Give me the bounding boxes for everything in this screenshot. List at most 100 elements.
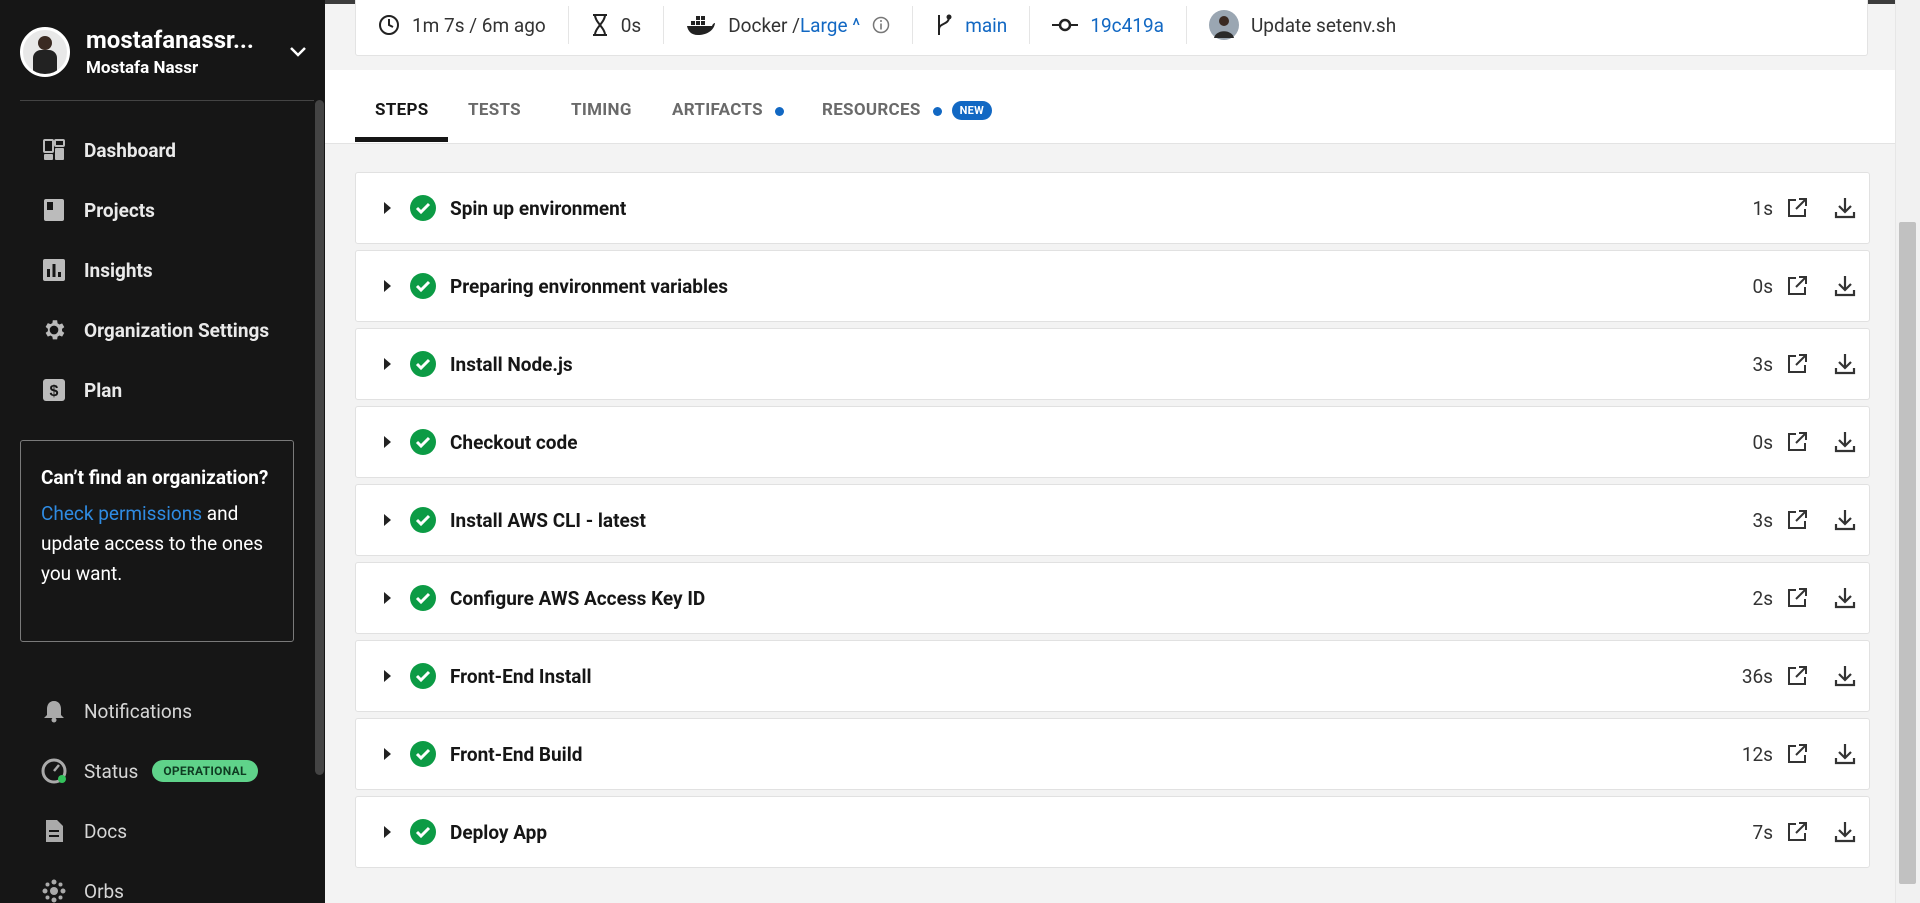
executor-segment: Docker / Large ^ (664, 6, 914, 44)
download-icon[interactable] (1821, 812, 1869, 852)
success-check-icon (410, 741, 436, 767)
step-row[interactable]: Deploy App 7s (355, 796, 1870, 868)
download-icon[interactable] (1821, 578, 1869, 618)
tab-artifacts[interactable]: ARTIFACTS (672, 98, 784, 144)
branch-link[interactable]: main (965, 14, 1007, 37)
new-badge: NEW (951, 101, 993, 120)
tab-label: TESTS (468, 100, 521, 120)
executor-text: Docker / (728, 13, 800, 37)
sidebar-item-projects[interactable]: Projects (40, 190, 155, 230)
status-badge: OPERATIONAL (152, 760, 258, 782)
success-check-icon (410, 273, 436, 299)
step-row[interactable]: Configure AWS Access Key ID 2s (355, 562, 1870, 634)
svg-text:$: $ (50, 383, 59, 400)
step-duration: 3s (1752, 352, 1773, 376)
open-in-new-icon[interactable] (1773, 656, 1821, 696)
divider (20, 100, 314, 101)
org-name: mostafanassr... (86, 26, 254, 54)
sidebar-item-label: Notifications (84, 699, 193, 723)
success-check-icon (410, 663, 436, 689)
sidebar-item-plan[interactable]: $ Plan (40, 370, 122, 410)
org-text: mostafanassr... Mostafa Nassr (86, 26, 286, 78)
org-switcher[interactable]: mostafanassr... Mostafa Nassr (20, 26, 310, 78)
open-in-new-icon[interactable] (1773, 812, 1821, 852)
step-row[interactable]: Preparing environment variables 0s (355, 250, 1870, 322)
download-icon[interactable] (1821, 734, 1869, 774)
info-icon[interactable] (872, 16, 890, 34)
step-duration: 12s (1741, 742, 1773, 766)
open-in-new-icon[interactable] (1773, 578, 1821, 618)
download-icon[interactable] (1821, 422, 1869, 462)
caret-right-icon[interactable] (384, 280, 391, 292)
check-permissions-link[interactable]: Check permissions (41, 502, 202, 525)
resource-class-label: Large (799, 13, 848, 37)
success-check-icon (410, 195, 436, 221)
step-row[interactable]: Front-End Build 12s (355, 718, 1870, 790)
caret-right-icon[interactable] (384, 592, 391, 604)
caret-right-icon[interactable] (384, 436, 391, 448)
download-icon[interactable] (1821, 500, 1869, 540)
queued-segment: 0s (569, 6, 665, 44)
sidebar-scrollbar[interactable] (315, 100, 324, 775)
open-in-new-icon[interactable] (1773, 422, 1821, 462)
sidebar-item-label: Organization Settings (84, 318, 270, 342)
caret-right-icon[interactable] (384, 748, 391, 760)
caret-right-icon[interactable] (384, 826, 391, 838)
step-label: Configure AWS Access Key ID (450, 586, 706, 610)
caret-right-icon[interactable] (384, 358, 391, 370)
step-row[interactable]: Checkout code 0s (355, 406, 1870, 478)
callout-title: Can’t find an organization? (41, 466, 269, 489)
caret-right-icon[interactable] (384, 670, 391, 682)
sidebar-item-docs[interactable]: Docs (40, 811, 127, 851)
dollar-icon: $ (40, 376, 68, 404)
step-row[interactable]: Spin up environment 1s (355, 172, 1870, 244)
step-label: Install Node.js (450, 352, 573, 376)
chevron-down-icon[interactable] (286, 40, 310, 64)
branch-icon (935, 13, 953, 37)
open-in-new-icon[interactable] (1773, 344, 1821, 384)
tab-timing[interactable]: TIMING (571, 98, 632, 144)
commit-link[interactable]: 19c419a (1090, 14, 1164, 37)
sidebar-item-organization-settings[interactable]: Organization Settings (40, 310, 269, 350)
download-icon[interactable] (1821, 266, 1869, 306)
open-in-new-icon[interactable] (1773, 188, 1821, 228)
sidebar-item-insights[interactable]: Insights (40, 250, 153, 290)
success-check-icon (410, 429, 436, 455)
dashboard-icon (40, 136, 68, 164)
open-in-new-icon[interactable] (1773, 734, 1821, 774)
sidebar-item-notifications[interactable]: Notifications (40, 691, 192, 731)
success-check-icon (410, 351, 436, 377)
download-icon[interactable] (1821, 188, 1869, 228)
step-label: Install AWS CLI - latest (450, 508, 646, 532)
sidebar-item-label: Projects (84, 198, 155, 222)
sidebar-item-orbs[interactable]: Orbs (40, 871, 124, 903)
step-duration: 7s (1752, 820, 1773, 844)
tab-tests[interactable]: TESTS (468, 98, 521, 144)
resource-class-link[interactable]: Large ^ (800, 14, 860, 37)
commit-segment: 19c419a (1030, 6, 1187, 44)
download-icon[interactable] (1821, 344, 1869, 384)
caret-right-icon[interactable] (384, 514, 391, 526)
download-icon[interactable] (1821, 656, 1869, 696)
tab-label: TIMING (571, 100, 632, 120)
clock-icon (378, 14, 400, 36)
caret-right-icon[interactable] (384, 202, 391, 214)
sidebar-item-status[interactable]: Status OPERATIONAL (40, 751, 258, 791)
branch-segment: main (913, 6, 1031, 44)
tab-resources[interactable]: RESOURCES NEW (822, 98, 993, 144)
open-in-new-icon[interactable] (1773, 266, 1821, 306)
sidebar-item-label: Docs (84, 819, 128, 843)
sidebar-item-dashboard[interactable]: Dashboard (40, 130, 176, 170)
sidebar-item-label: Insights (84, 258, 153, 282)
page-scrollbar-thumb[interactable] (1899, 222, 1916, 884)
step-row[interactable]: Install Node.js 3s (355, 328, 1870, 400)
step-row[interactable]: Install AWS CLI - latest 3s (355, 484, 1870, 556)
job-summary: 1m 7s / 6m ago 0s Docker / Large ^ main … (355, 0, 1868, 56)
open-in-new-icon[interactable] (1773, 500, 1821, 540)
tab-label: STEPS (375, 100, 429, 120)
success-check-icon (410, 507, 436, 533)
gear-icon (40, 316, 68, 344)
step-label: Front-End Build (450, 742, 583, 766)
active-tab-indicator (355, 137, 448, 142)
step-row[interactable]: Front-End Install 36s (355, 640, 1870, 712)
